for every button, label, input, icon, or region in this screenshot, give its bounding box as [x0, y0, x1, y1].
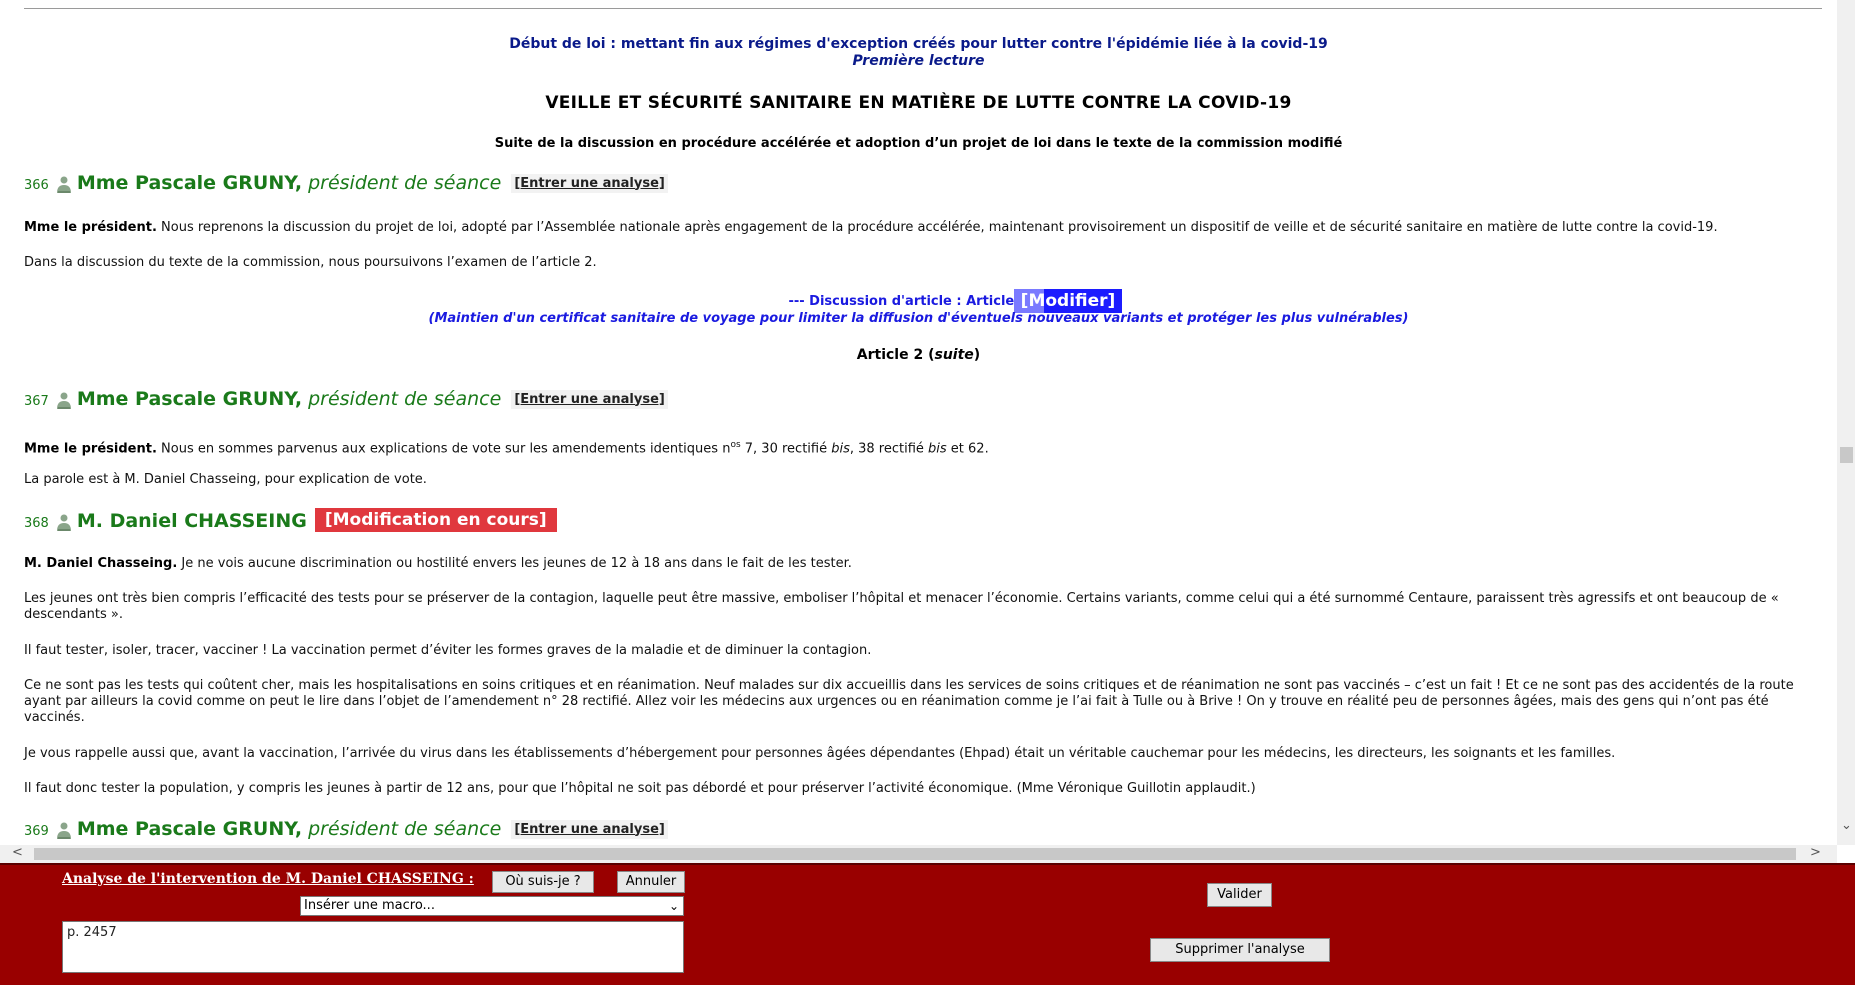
- cancel-button[interactable]: Annuler: [617, 871, 685, 893]
- law-title: Début de loi : mettant fin aux régimes d…: [509, 36, 1328, 52]
- analysis-textarea[interactable]: p. 2457: [62, 921, 684, 973]
- chevron-down-icon: ⌄: [668, 899, 679, 913]
- speaker-name: M. Daniel CHASSEING: [76, 510, 307, 532]
- paragraph-speaker: Mme le président.: [24, 220, 157, 235]
- article-subtitle: (Maintien d'un certificat sanitaire de v…: [428, 311, 1409, 326]
- paragraph: Mme le président. Nous reprenons la disc…: [24, 220, 1814, 236]
- paragraph-italic: bis: [928, 441, 947, 457]
- paragraph-italic: bis: [831, 441, 850, 457]
- paragraph: Il faut donc tester la population, y com…: [24, 781, 1256, 796]
- paragraph-text: et 62.: [946, 441, 989, 457]
- analysis-panel: Analyse de l'intervention de M. Daniel C…: [0, 863, 1855, 985]
- paragraph: Les jeunes ont très bien compris l’effic…: [24, 591, 1779, 622]
- paragraph: Dans la discussion du texte de la commis…: [24, 255, 597, 270]
- panel-title: Analyse de l'intervention de M. Daniel C…: [62, 871, 474, 887]
- intervention-header-366: 366 Mme Pascale GRUNY, président de séan…: [24, 172, 668, 194]
- validate-button[interactable]: Valider: [1207, 883, 1272, 907]
- reading-label: Première lecture: [852, 53, 985, 69]
- paragraph: Mme le président. Nous en sommes parvenu…: [24, 437, 1814, 457]
- enter-analysis-button[interactable]: [Entrer une analyse]: [511, 173, 668, 193]
- paragraph: La parole est à M. Daniel Chasseing, pou…: [24, 472, 427, 487]
- paragraph-text: 7, 30 rectifié: [740, 441, 832, 457]
- intervention-number: 368: [24, 516, 49, 531]
- document-view: Début de loi : mettant fin aux régimes d…: [0, 0, 1837, 845]
- article-heading-c: ): [973, 347, 981, 363]
- where-am-i-button[interactable]: Où suis-je ?: [492, 871, 594, 893]
- enter-analysis-button[interactable]: [Entrer une analyse]: [511, 389, 668, 409]
- paragraph: M. Daniel Chasseing. Je ne vois aucune d…: [24, 556, 1814, 572]
- person-icon: [56, 176, 71, 193]
- article-heading: Article 2 (suite): [0, 347, 1837, 363]
- page-title: VEILLE ET SÉCURITÉ SANITAIRE EN MATIÈRE …: [545, 93, 1292, 113]
- paragraph-speaker: Mme le président.: [24, 441, 157, 457]
- speaker-role: président de séance: [308, 172, 502, 194]
- intervention-header-367: 367 Mme Pascale GRUNY, président de séan…: [24, 388, 668, 410]
- superscript: os: [730, 440, 741, 450]
- macro-select[interactable]: Insérer une macro... ⌄: [300, 896, 684, 916]
- intervention-header-369: 369 Mme Pascale GRUNY, président de séan…: [24, 818, 668, 840]
- person-icon: [56, 514, 71, 531]
- paragraph-text: Nous en sommes parvenus aux explications…: [156, 441, 731, 457]
- modification-in-progress-button[interactable]: [Modification en cours]: [314, 508, 557, 532]
- scroll-left-icon[interactable]: <: [12, 845, 23, 860]
- scroll-down-icon[interactable]: ⌄: [1841, 818, 1852, 833]
- paragraph-text: , 38 rectifié: [849, 441, 929, 457]
- horizontal-scrollbar[interactable]: < >: [0, 845, 1837, 863]
- intervention-number: 369: [24, 824, 49, 839]
- horizontal-scroll-thumb[interactable]: [34, 848, 1796, 860]
- enter-analysis-button[interactable]: [Entrer une analyse]: [511, 819, 668, 839]
- page-subtitle: Suite de la discussion en procédure accé…: [494, 136, 1343, 151]
- vertical-scrollbar[interactable]: ⌄: [1837, 0, 1855, 845]
- paragraph: Ce ne sont pas les tests qui coûtent che…: [24, 678, 1794, 725]
- person-icon: [56, 822, 71, 839]
- speaker-role: président de séance: [308, 818, 502, 840]
- paragraph: Je vous rappelle aussi que, avant la vac…: [24, 746, 1616, 761]
- paragraph-speaker: M. Daniel Chasseing.: [24, 556, 178, 571]
- intervention-number: 366: [24, 178, 49, 193]
- paragraph-text: Je ne vois aucune discrimination ou host…: [177, 556, 852, 571]
- person-icon: [56, 392, 71, 409]
- paragraph-text: Nous reprenons la discussion du projet d…: [156, 220, 1718, 235]
- intervention-number: 367: [24, 394, 49, 409]
- paragraph: Il faut tester, isoler, tracer, vacciner…: [24, 643, 872, 658]
- article-heading-a: Article 2 (: [856, 347, 935, 363]
- modifier-button-label: [Modifier]: [1020, 291, 1116, 311]
- speaker-name: Mme Pascale GRUNY,: [76, 388, 303, 410]
- top-divider: [24, 8, 1822, 9]
- delete-analysis-button[interactable]: Supprimer l'analyse: [1150, 938, 1330, 962]
- article-heading-suite: suite: [934, 347, 974, 363]
- macro-select-value: Insérer une macro...: [304, 898, 435, 913]
- scroll-right-icon[interactable]: >: [1810, 845, 1821, 860]
- vertical-scroll-thumb[interactable]: [1840, 447, 1853, 463]
- article-discussion-line: --- Discussion d'article : Article 2 ---: [788, 294, 1049, 309]
- speaker-name: Mme Pascale GRUNY,: [76, 172, 303, 194]
- modifier-button[interactable]: [Modifier]: [1014, 289, 1122, 313]
- intervention-header-368: 368 M. Daniel CHASSEING [Modification en…: [24, 508, 557, 532]
- speaker-role: président de séance: [308, 388, 502, 410]
- speaker-name: Mme Pascale GRUNY,: [76, 818, 303, 840]
